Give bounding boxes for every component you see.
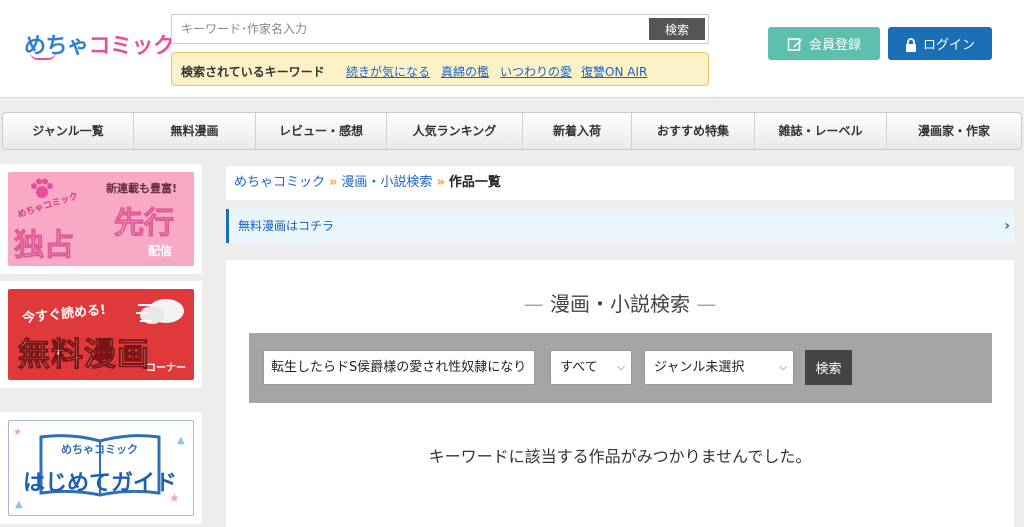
nav-item-ranking[interactable]: 人気ランキング — [387, 113, 523, 149]
header-search: 検索 — [171, 14, 709, 44]
star-icon: ▲ — [177, 435, 185, 446]
login-button-label: ログイン — [922, 38, 975, 53]
nav-item-authors[interactable]: 漫画家・作家 — [887, 113, 1021, 149]
keyword-link[interactable]: 真綿の檻 — [441, 63, 489, 80]
search-button[interactable]: 検索 — [805, 350, 852, 385]
chevron-down-icon: ⌵ — [779, 362, 787, 373]
keyword-link[interactable]: 続きが気になる — [346, 63, 430, 80]
popular-keywords-title: 検索されているキーワード — [181, 65, 325, 79]
banner-free-manga[interactable]: 今すぐ読める! 無料漫画 コーナー — [0, 281, 202, 388]
lock-icon — [905, 38, 916, 52]
keyword-input[interactable]: 転生したらドS侯爵様の愛され性奴隷になり — [263, 350, 535, 385]
banner-big-text: 無料漫画 — [17, 335, 151, 374]
no-result-message: キーワードに該当する作品がみつかりませんでした。 — [428, 447, 812, 466]
breadcrumb-separator-icon: » — [329, 175, 338, 190]
popular-keywords: 検索されているキーワード 続きが気になる 真綿の檻 いつわりの愛 復讐ON AI… — [171, 52, 709, 86]
title-dash-icon: — — [690, 292, 717, 316]
banner-big-text: 独占 — [14, 228, 75, 264]
site-logo[interactable]: めちゃコミック — [24, 28, 175, 60]
title-dash-icon: — — [523, 292, 550, 316]
banner-sub-text: 配信 — [148, 244, 173, 258]
breadcrumb: めちゃコミック» 漫画・小説検索» 作品一覧 — [226, 166, 1014, 200]
global-nav: ジャンル一覧 無料漫画 レビュー・感想 人気ランキング 新着入荷 おすすめ特集 … — [2, 112, 1022, 150]
nav-item-new-arrivals[interactable]: 新着入荷 — [523, 113, 632, 149]
search-form: 転生したらドS侯爵様の愛され性奴隷になり すべて ⌵ ジャンル未選択 ⌵ 検索 — [249, 333, 992, 403]
keyword-link[interactable]: いつわりの愛 — [500, 63, 572, 80]
header-search-input[interactable] — [172, 15, 642, 43]
banner-big-text: はじめてガイド — [23, 471, 178, 496]
logo-smile-icon — [30, 52, 56, 60]
free-manga-link-bar[interactable]: 無料漫画はコチラ › — [226, 209, 1014, 243]
chevron-down-icon: ⌵ — [617, 362, 625, 373]
banner-free-manga-image: 今すぐ読める! 無料漫画 コーナー — [8, 289, 194, 380]
nav-item-reviews[interactable]: レビュー・感想 — [256, 113, 387, 149]
login-button[interactable]: ログイン — [888, 27, 992, 60]
register-button[interactable]: 会員登録 — [768, 27, 880, 60]
edit-icon — [787, 38, 802, 51]
breadcrumb-link[interactable]: 漫画・小説検索 — [341, 175, 432, 190]
star-icon: ▲ — [15, 499, 23, 510]
type-select[interactable]: すべて ⌵ — [550, 350, 632, 385]
banner-small-text: 今すぐ読める! — [21, 302, 107, 327]
speed-cloud-icon — [136, 299, 184, 324]
star-icon: ★ — [13, 427, 22, 438]
page-title-text: 漫画・小説検索 — [550, 292, 690, 316]
chevron-right-icon: › — [1004, 218, 1010, 234]
breadcrumb-separator-icon: » — [436, 175, 445, 190]
site-header: めちゃコミック 検索 検索されているキーワード 続きが気になる 真綿の檻 いつわ… — [0, 0, 1024, 98]
genre-select-value: ジャンル未選択 — [654, 360, 745, 375]
search-panel: — 漫画・小説検索 — 転生したらドS侯爵様の愛され性奴隷になり すべて ⌵ ジ… — [226, 260, 1014, 527]
logo-text-comic: コミック — [88, 34, 176, 59]
banner-brand-text: めちゃコミック — [61, 443, 138, 456]
nav-item-genre-list[interactable]: ジャンル一覧 — [3, 113, 134, 149]
banner-tag-text: 新連載も豊富! — [106, 182, 178, 195]
breadcrumb-current: 作品一覧 — [448, 175, 501, 190]
banner-big-text: 先行 — [114, 206, 175, 242]
breadcrumb-link[interactable]: めちゃコミック — [234, 175, 325, 190]
nav-item-magazines[interactable]: 雑誌・レーベル — [755, 113, 887, 149]
nav-item-features[interactable]: おすすめ特集 — [632, 113, 755, 149]
banner-exclusive[interactable]: めちゃコミック 新連載も豊富! 独占 先行 配信 — [0, 164, 202, 274]
nav-item-free-manga[interactable]: 無料漫画 — [134, 113, 256, 149]
banner-first-guide-image: めちゃコミック はじめてガイド ★ ★ ▲ ▲ — [8, 420, 194, 516]
type-select-value: すべて — [560, 360, 598, 375]
keyword-link[interactable]: 復讐ON AIR — [581, 63, 647, 80]
banner-corner-text: コーナー — [146, 363, 186, 374]
register-button-label: 会員登録 — [808, 38, 861, 53]
genre-select[interactable]: ジャンル未選択 ⌵ — [644, 350, 794, 385]
page-title: — 漫画・小説検索 — — [226, 288, 1014, 317]
star-icon: ★ — [169, 491, 180, 505]
free-manga-link-text: 無料漫画はコチラ — [238, 219, 335, 233]
banner-first-guide[interactable]: めちゃコミック はじめてガイド ★ ★ ▲ ▲ — [0, 412, 202, 524]
banner-exclusive-image: めちゃコミック 新連載も豊富! 独占 先行 配信 — [8, 172, 194, 266]
header-search-button[interactable]: 検索 — [649, 18, 705, 40]
